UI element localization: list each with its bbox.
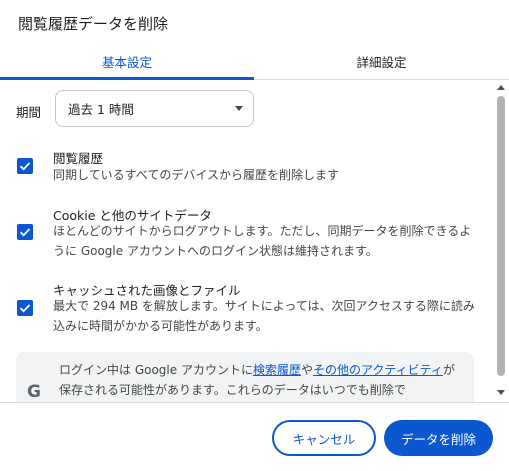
dropdown-arrow-icon	[235, 106, 243, 111]
tab-bar: 基本設定 詳細設定	[0, 44, 509, 80]
delete-data-button[interactable]: データを削除	[384, 420, 493, 456]
cookies-checkbox[interactable]	[17, 224, 33, 240]
time-range-label: 期間	[16, 105, 42, 120]
time-range-value: 過去 1 時間	[68, 102, 134, 117]
dialog-content: 期間 過去 1 時間 閲覧履歴 同期しているすべてのデバイスから履歴を削除します…	[0, 80, 509, 402]
scroll-up-arrow-icon[interactable]	[497, 85, 505, 90]
tab-advanced[interactable]: 詳細設定	[254, 44, 509, 79]
content-scrollbar[interactable]	[493, 80, 509, 402]
cancel-button[interactable]: キャンセル	[272, 420, 376, 456]
tab-basic[interactable]: 基本設定	[0, 44, 254, 79]
info-text-part: や	[300, 363, 313, 377]
google-account-info: G ログイン中は Google アカウントに検索履歴やその他のアクティビティが保…	[16, 352, 474, 402]
option-description: 最大で 294 MB を解放します。サイトによっては、次回アクセスする際に読み込…	[53, 299, 475, 333]
option-description: 同期しているすべてのデバイスから履歴を削除します	[53, 168, 339, 182]
checkmark-icon	[19, 304, 31, 313]
dialog-title: 閲覧履歴データを削除	[18, 15, 169, 33]
other-activity-link[interactable]: その他のアクティビティ	[313, 363, 443, 377]
clear-browsing-data-dialog: 閲覧履歴データを削除 基本設定 詳細設定 期間 過去 1 時間 閲覧履歴 同期し…	[0, 0, 509, 471]
checkmark-icon	[19, 162, 31, 171]
search-history-link[interactable]: 検索履歴	[253, 363, 301, 377]
info-text: ログイン中は Google アカウントに検索履歴やその他のアクティビティが保存さ…	[59, 360, 464, 400]
scroll-down-arrow-icon[interactable]	[497, 390, 505, 395]
browsing-history-checkbox[interactable]	[17, 158, 33, 174]
cache-checkbox[interactable]	[17, 300, 33, 316]
dialog-footer: キャンセル データを削除	[0, 402, 509, 471]
checkmark-icon	[19, 228, 31, 237]
scroll-thumb[interactable]	[497, 96, 505, 376]
time-range-select[interactable]: 過去 1 時間	[55, 90, 254, 127]
google-g-icon: G	[27, 382, 41, 402]
info-text-part: ログイン中は Google アカウントに	[59, 363, 253, 377]
option-description: ほとんどのサイトからログアウトします。ただし、同期データを削除できるように Go…	[53, 224, 472, 258]
